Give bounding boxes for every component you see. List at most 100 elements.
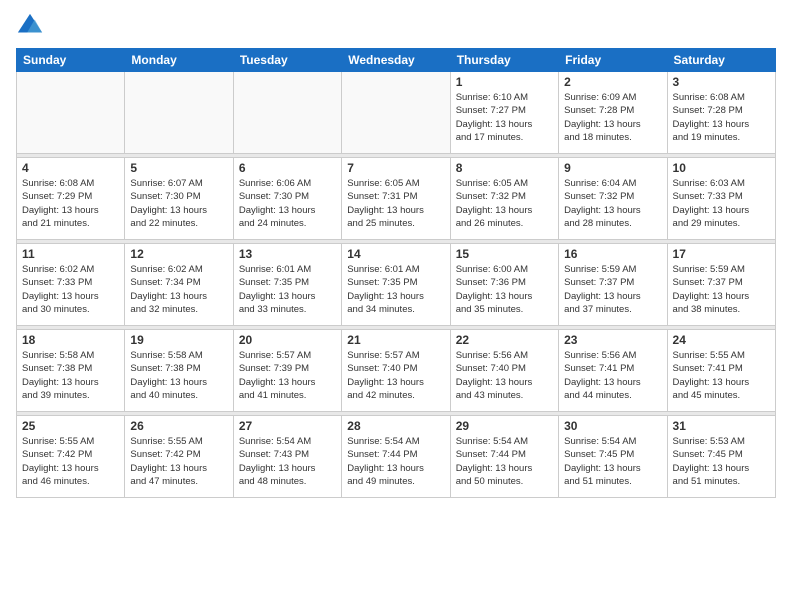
- calendar-cell: 28 Sunrise: 5:54 AM Sunset: 7:44 PM Dayli…: [342, 416, 450, 498]
- calendar-header-tuesday: Tuesday: [233, 49, 341, 72]
- calendar-cell: 30 Sunrise: 5:54 AM Sunset: 7:45 PM Dayli…: [559, 416, 667, 498]
- day-info: Sunrise: 5:58 AM Sunset: 7:38 PM Dayligh…: [130, 349, 227, 402]
- day-number: 5: [130, 161, 227, 175]
- day-number: 4: [22, 161, 119, 175]
- day-number: 11: [22, 247, 119, 261]
- day-number: 16: [564, 247, 661, 261]
- day-info: Sunrise: 5:53 AM Sunset: 7:45 PM Dayligh…: [673, 435, 770, 488]
- calendar-cell: 10 Sunrise: 6:03 AM Sunset: 7:33 PM Dayli…: [667, 158, 775, 240]
- calendar-cell: 2 Sunrise: 6:09 AM Sunset: 7:28 PM Daylig…: [559, 72, 667, 154]
- calendar-cell: 29Sunrise: 5:54 AM Sunset: 7:44 PM Dayli…: [450, 416, 558, 498]
- day-number: 31: [673, 419, 770, 433]
- day-info: Sunrise: 5:54 AM Sunset: 7:45 PM Dayligh…: [564, 435, 661, 488]
- day-number: 15: [456, 247, 553, 261]
- day-info: Sunrise: 5:58 AM Sunset: 7:38 PM Dayligh…: [22, 349, 119, 402]
- calendar-cell: 8Sunrise: 6:05 AM Sunset: 7:32 PM Daylig…: [450, 158, 558, 240]
- calendar-cell: 18 Sunrise: 5:58 AM Sunset: 7:38 PM Dayli…: [17, 330, 125, 412]
- day-info: Sunrise: 5:57 AM Sunset: 7:39 PM Dayligh…: [239, 349, 336, 402]
- day-number: 22: [456, 333, 553, 347]
- calendar-cell: 6Sunrise: 6:06 AM Sunset: 7:30 PM Daylig…: [233, 158, 341, 240]
- calendar-cell: 21 Sunrise: 5:57 AM Sunset: 7:40 PM Dayli…: [342, 330, 450, 412]
- day-number: 13: [239, 247, 336, 261]
- day-number: 9: [564, 161, 661, 175]
- day-info: Sunrise: 6:03 AM Sunset: 7:33 PM Dayligh…: [673, 177, 770, 230]
- calendar-cell: [125, 72, 233, 154]
- calendar-cell: 15 Sunrise: 6:00 AM Sunset: 7:36 PM Dayli…: [450, 244, 558, 326]
- calendar-cell: 25 Sunrise: 5:55 AM Sunset: 7:42 PM Dayli…: [17, 416, 125, 498]
- day-number: 19: [130, 333, 227, 347]
- calendar-cell: 7Sunrise: 6:05 AM Sunset: 7:31 PM Daylig…: [342, 158, 450, 240]
- calendar-cell: 22Sunrise: 5:56 AM Sunset: 7:40 PM Dayli…: [450, 330, 558, 412]
- calendar-cell: 19 Sunrise: 5:58 AM Sunset: 7:38 PM Dayli…: [125, 330, 233, 412]
- calendar-week-1: 1 Sunrise: 6:10 AM Sunset: 7:27 PM Daylig…: [17, 72, 776, 154]
- calendar-cell: 14Sunrise: 6:01 AM Sunset: 7:35 PM Dayli…: [342, 244, 450, 326]
- page: SundayMondayTuesdayWednesdayThursdayFrid…: [0, 0, 792, 612]
- day-info: Sunrise: 6:08 AM Sunset: 7:28 PM Dayligh…: [673, 91, 770, 144]
- day-info: Sunrise: 6:00 AM Sunset: 7:36 PM Dayligh…: [456, 263, 553, 316]
- calendar-week-4: 18 Sunrise: 5:58 AM Sunset: 7:38 PM Dayli…: [17, 330, 776, 412]
- day-number: 25: [22, 419, 119, 433]
- day-number: 10: [673, 161, 770, 175]
- day-number: 26: [130, 419, 227, 433]
- day-info: Sunrise: 5:54 AM Sunset: 7:44 PM Dayligh…: [347, 435, 444, 488]
- calendar-cell: 24Sunrise: 5:55 AM Sunset: 7:41 PM Dayli…: [667, 330, 775, 412]
- day-number: 21: [347, 333, 444, 347]
- day-info: Sunrise: 5:55 AM Sunset: 7:42 PM Dayligh…: [22, 435, 119, 488]
- calendar-table: SundayMondayTuesdayWednesdayThursdayFrid…: [16, 48, 776, 498]
- logo: [16, 12, 48, 40]
- calendar-cell: [17, 72, 125, 154]
- calendar-cell: 11Sunrise: 6:02 AM Sunset: 7:33 PM Dayli…: [17, 244, 125, 326]
- day-number: 8: [456, 161, 553, 175]
- calendar-header-row: SundayMondayTuesdayWednesdayThursdayFrid…: [17, 49, 776, 72]
- day-number: 7: [347, 161, 444, 175]
- calendar-cell: [233, 72, 341, 154]
- day-number: 6: [239, 161, 336, 175]
- calendar-header-wednesday: Wednesday: [342, 49, 450, 72]
- day-info: Sunrise: 6:09 AM Sunset: 7:28 PM Dayligh…: [564, 91, 661, 144]
- day-info: Sunrise: 5:54 AM Sunset: 7:44 PM Dayligh…: [456, 435, 553, 488]
- calendar-header-saturday: Saturday: [667, 49, 775, 72]
- logo-icon: [16, 12, 44, 40]
- day-info: Sunrise: 5:59 AM Sunset: 7:37 PM Dayligh…: [564, 263, 661, 316]
- day-number: 30: [564, 419, 661, 433]
- day-number: 3: [673, 75, 770, 89]
- calendar-cell: 12 Sunrise: 6:02 AM Sunset: 7:34 PM Dayli…: [125, 244, 233, 326]
- day-number: 24: [673, 333, 770, 347]
- day-info: Sunrise: 5:56 AM Sunset: 7:41 PM Dayligh…: [564, 349, 661, 402]
- day-number: 27: [239, 419, 336, 433]
- day-number: 18: [22, 333, 119, 347]
- day-info: Sunrise: 6:07 AM Sunset: 7:30 PM Dayligh…: [130, 177, 227, 230]
- calendar-cell: [342, 72, 450, 154]
- calendar-week-2: 4 Sunrise: 6:08 AM Sunset: 7:29 PM Daylig…: [17, 158, 776, 240]
- day-number: 12: [130, 247, 227, 261]
- calendar-cell: 9Sunrise: 6:04 AM Sunset: 7:32 PM Daylig…: [559, 158, 667, 240]
- day-number: 1: [456, 75, 553, 89]
- day-number: 28: [347, 419, 444, 433]
- day-info: Sunrise: 6:10 AM Sunset: 7:27 PM Dayligh…: [456, 91, 553, 144]
- day-info: Sunrise: 6:02 AM Sunset: 7:34 PM Dayligh…: [130, 263, 227, 316]
- calendar-cell: 5 Sunrise: 6:07 AM Sunset: 7:30 PM Daylig…: [125, 158, 233, 240]
- day-number: 2: [564, 75, 661, 89]
- calendar-header-monday: Monday: [125, 49, 233, 72]
- day-info: Sunrise: 6:01 AM Sunset: 7:35 PM Dayligh…: [239, 263, 336, 316]
- calendar-cell: 1 Sunrise: 6:10 AM Sunset: 7:27 PM Daylig…: [450, 72, 558, 154]
- calendar-cell: 17 Sunrise: 5:59 AM Sunset: 7:37 PM Dayli…: [667, 244, 775, 326]
- day-info: Sunrise: 5:59 AM Sunset: 7:37 PM Dayligh…: [673, 263, 770, 316]
- calendar-cell: 26Sunrise: 5:55 AM Sunset: 7:42 PM Dayli…: [125, 416, 233, 498]
- day-info: Sunrise: 5:54 AM Sunset: 7:43 PM Dayligh…: [239, 435, 336, 488]
- header: [16, 12, 776, 40]
- calendar-header-friday: Friday: [559, 49, 667, 72]
- day-info: Sunrise: 5:57 AM Sunset: 7:40 PM Dayligh…: [347, 349, 444, 402]
- calendar-cell: 23 Sunrise: 5:56 AM Sunset: 7:41 PM Dayli…: [559, 330, 667, 412]
- day-info: Sunrise: 6:08 AM Sunset: 7:29 PM Dayligh…: [22, 177, 119, 230]
- calendar-cell: 4 Sunrise: 6:08 AM Sunset: 7:29 PM Daylig…: [17, 158, 125, 240]
- calendar-cell: 16 Sunrise: 5:59 AM Sunset: 7:37 PM Dayli…: [559, 244, 667, 326]
- day-number: 20: [239, 333, 336, 347]
- calendar-cell: 13 Sunrise: 6:01 AM Sunset: 7:35 PM Dayli…: [233, 244, 341, 326]
- calendar-cell: 20 Sunrise: 5:57 AM Sunset: 7:39 PM Dayli…: [233, 330, 341, 412]
- calendar-cell: 31 Sunrise: 5:53 AM Sunset: 7:45 PM Dayli…: [667, 416, 775, 498]
- day-info: Sunrise: 6:01 AM Sunset: 7:35 PM Dayligh…: [347, 263, 444, 316]
- calendar-header-sunday: Sunday: [17, 49, 125, 72]
- day-number: 23: [564, 333, 661, 347]
- day-number: 17: [673, 247, 770, 261]
